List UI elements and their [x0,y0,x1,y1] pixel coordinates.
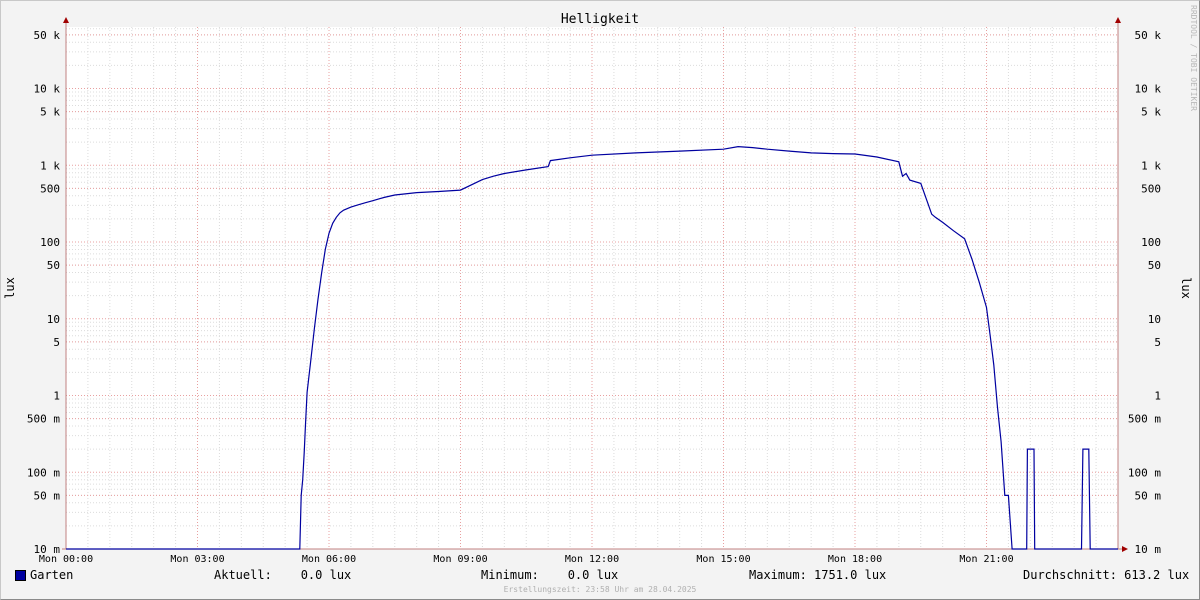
y-tick-label-left: 100 m [27,466,60,479]
legend-swatch-garten [15,570,26,581]
y-tick-label-right: 1 k [1141,159,1161,172]
y-tick-label-left: 10 k [34,83,61,96]
y-tick-label-right: 50 [1148,259,1161,272]
y-tick-label-left: 5 [53,336,60,349]
y-tick-label-left: 100 [40,236,60,249]
legend-maximum: Maximum: 1751.0 lux [749,568,887,582]
x-tick-label: Mon 15:00 [696,554,750,565]
y-axis-left-arrow [63,17,69,23]
rrdtool-watermark: RRDTOOL / TOBI OETIKER [1189,5,1198,111]
y-tick-label-right: 10 k [1135,83,1162,96]
y-tick-label-left: 10 [47,313,60,326]
y-tick-label-right: 50 k [1135,29,1162,42]
x-axis-arrow [1122,546,1128,552]
x-tick-label: Mon 09:00 [433,554,487,565]
y-axis-label-left: lux [3,277,17,299]
x-tick-label: Mon 06:00 [302,554,356,565]
y-tick-label-left: 500 m [27,413,60,426]
x-tick-label: Mon 18:00 [828,554,882,565]
x-tick-label: Mon 21:00 [959,554,1013,565]
brightness-chart: 50 k 50 k 10 k 10 k 5 k 5 k 1 k 1 k 500 500 100 100… [3,5,1198,565]
y-tick-label-left: 1 k [40,159,60,172]
x-tick-label: Mon 12:00 [565,554,619,565]
legend-aktuell: Aktuell: 0.0 lux [214,568,352,582]
chart-title: Helligkeit [561,12,639,27]
y-tick-label-right: 10 m [1135,543,1162,556]
y-tick-label-left: 5 k [40,106,60,119]
legend-durchschnitt: Durchschnitt: 613.2 lux [1023,568,1190,582]
y-tick-label-right: 10 [1148,313,1161,326]
y-tick-label-right: 500 m [1128,413,1161,426]
x-tick-label: Mon 00:00 [39,554,93,565]
creation-time-footer: Erstellungszeit: 23:58 Uhr am 28.04.2025 [503,585,697,594]
y-axis-right-arrow [1115,17,1121,23]
x-tick-label: Mon 03:00 [170,554,224,565]
legend-minimum: Minimum: 0.0 lux [481,568,619,582]
legend-series-name: Garten [30,568,74,582]
y-tick-label-left: 50 m [34,489,61,502]
y-tick-label-right: 50 m [1135,489,1162,502]
y-tick-label-right: 500 [1141,182,1161,195]
y-tick-label-left: 50 k [34,29,61,42]
y-tick-label-left: 1 [53,390,60,403]
y-tick-label-right: 5 k [1141,106,1161,119]
y-tick-label-right: 1 [1154,390,1161,403]
y-axis-label-right: lux [1179,277,1193,299]
y-tick-label-right: 100 m [1128,466,1161,479]
y-tick-label-right: 5 [1154,336,1161,349]
y-tick-label-left: 500 [40,182,60,195]
y-tick-label-left: 50 [47,259,60,272]
y-tick-label-right: 100 [1141,236,1161,249]
